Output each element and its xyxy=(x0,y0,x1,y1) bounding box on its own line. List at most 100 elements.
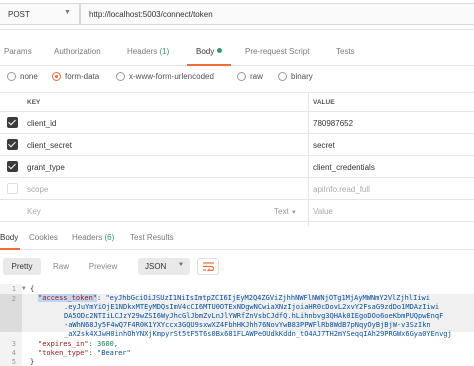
chevron-down-icon: ▼ xyxy=(290,210,297,216)
type-select-label: Text xyxy=(274,207,289,216)
radio-label: binary xyxy=(291,72,313,81)
code-line: { xyxy=(30,285,35,293)
radio-circle xyxy=(278,72,287,81)
radio-circle-selected xyxy=(52,72,61,81)
column-header-value: VALUE xyxy=(313,99,335,106)
tab-tests[interactable]: Tests xyxy=(336,47,355,56)
tab-authorization[interactable]: Authorization xyxy=(54,47,101,56)
tab-headers-count: (1) xyxy=(159,47,170,56)
table-header: KEY VALUE xyxy=(0,92,474,112)
response-tab-headers-count: (6) xyxy=(104,233,115,242)
request-bar: POST ▼ http://localhost:5003/connect/tok… xyxy=(0,0,474,30)
preview-button[interactable]: Preview xyxy=(82,258,124,275)
json-comma: , xyxy=(113,340,119,348)
line-number: 2 xyxy=(0,294,22,332)
key-cell[interactable]: client_id xyxy=(27,119,56,128)
new-value-input[interactable]: Value xyxy=(313,207,333,216)
radio-circle xyxy=(7,72,16,81)
chevron-down-icon: ▼ xyxy=(64,9,71,16)
row-enabled-checkbox[interactable] xyxy=(7,161,18,172)
code-line: "access_token": "eyJhbGciOiJSUzI1NiIsImt… xyxy=(38,294,430,302)
radio-label: form-data xyxy=(65,72,100,81)
column-divider xyxy=(308,92,309,226)
key-cell[interactable]: scope xyxy=(27,185,48,194)
raw-button[interactable]: Raw xyxy=(46,258,76,275)
value-cell[interactable]: 780987652 xyxy=(313,119,353,128)
url-input[interactable]: http://localhost:5003/connect/token xyxy=(80,3,474,25)
json-key-token-type: "token_type" xyxy=(38,349,89,357)
wrap-lines-button[interactable] xyxy=(197,258,219,275)
code-line-wrapped: _aX2sk4XJwH0inhOhYNXjKmpyrSt5tF5T6s0Bx68… xyxy=(64,330,452,338)
json-string: "eyJhbGciOiJSUzI1NiIsImtpZCI6IjEyM2Q4ZGV… xyxy=(105,294,430,302)
tab-headers-label: Headers xyxy=(127,47,158,56)
chevron-down-icon: ▼ xyxy=(178,262,184,268)
tab-body[interactable]: Body xyxy=(196,47,223,56)
response-tab-test-results[interactable]: Test Results xyxy=(130,233,174,242)
radio-raw[interactable]: raw xyxy=(237,72,263,81)
line-number: 5 xyxy=(11,358,16,366)
response-tab-headers-label: Headers xyxy=(72,233,103,242)
json-key-access-token: "access_token" xyxy=(38,294,98,302)
method-label: POST xyxy=(8,10,30,19)
line-number: 3 xyxy=(11,340,16,348)
tab-body-label: Body xyxy=(196,47,215,56)
new-key-input[interactable]: Key xyxy=(27,207,41,216)
table-row: grant_type client_credentials xyxy=(0,156,474,178)
url-text: http://localhost:5003/connect/token xyxy=(89,10,213,19)
type-select[interactable]: Text ▼ xyxy=(274,207,297,216)
tab-headers[interactable]: Headers (1) xyxy=(127,47,169,56)
code-line: } xyxy=(30,358,35,366)
body-indicator-dot xyxy=(217,48,223,53)
json-colon: : xyxy=(88,349,98,357)
code-line-wrapped: -aWhN68Jy5F4wQ7F4R0K1YXYccx3GQU9sxwXZ4Fb… xyxy=(64,321,431,329)
radio-form-data[interactable]: form-data xyxy=(52,72,99,81)
active-response-tab-indicator xyxy=(0,248,20,250)
row-enabled-checkbox[interactable] xyxy=(7,183,18,194)
key-cell[interactable]: client_secret xyxy=(27,141,72,150)
json-key-expires-in: "expires_in" xyxy=(38,340,89,348)
value-cell[interactable]: secret xyxy=(313,141,335,150)
wrap-lines-icon xyxy=(203,262,214,271)
code-line: "expires_in": 3600, xyxy=(38,340,118,348)
fold-arrow-icon[interactable]: ▼ xyxy=(22,285,26,292)
method-select[interactable]: POST ▼ xyxy=(0,3,80,25)
response-tab-headers[interactable]: Headers (6) xyxy=(72,233,114,242)
format-select[interactable]: JSON ▼ xyxy=(138,258,190,275)
tab-params[interactable]: Params xyxy=(4,47,32,56)
json-colon: : xyxy=(88,340,98,348)
code-line-wrapped: DA5ODc2NTIiLCJzY29wZSI6WyJhcGlJbmZvLnJlY… xyxy=(64,312,444,320)
value-cell[interactable]: apiInfo.read_full xyxy=(313,185,370,194)
table-row: scope apiInfo.read_full xyxy=(0,178,474,200)
response-tabs: Body Cookies Headers (6) Test Results xyxy=(0,226,474,250)
new-row: Key Text ▼ Value xyxy=(0,200,474,222)
value-cell[interactable]: client_credentials xyxy=(313,163,375,172)
response-toolbar: Pretty Raw Preview JSON ▼ xyxy=(0,254,474,280)
radio-x-www-form-urlencoded[interactable]: x-www-form-urlencoded xyxy=(116,72,214,81)
request-tabs: Params Authorization Headers (1) Body Pr… xyxy=(0,36,474,66)
code-line-wrapped: .eyJuYmYiOjE1NDkxMTEyMDQsImV4cCI6MTU0OTE… xyxy=(64,303,440,311)
key-cell[interactable]: grant_type xyxy=(27,163,65,172)
line-number: 1 xyxy=(11,285,16,293)
radio-binary[interactable]: binary xyxy=(278,72,313,81)
tab-pre-request-script[interactable]: Pre-request Script xyxy=(245,47,309,56)
radio-label: none xyxy=(20,72,38,81)
radio-label: raw xyxy=(250,72,263,81)
json-number: 3600 xyxy=(97,340,114,348)
code-line: "token_type": "Bearer" xyxy=(38,349,131,357)
response-tab-body[interactable]: Body xyxy=(0,233,18,242)
format-select-label: JSON xyxy=(145,262,167,271)
radio-circle xyxy=(237,72,246,81)
radio-circle xyxy=(116,72,125,81)
line-number: 4 xyxy=(11,349,16,357)
json-string: "Bearer" xyxy=(97,349,131,357)
radio-label: x-www-form-urlencoded xyxy=(129,72,214,81)
pretty-button[interactable]: Pretty xyxy=(3,258,41,275)
body-type-selector: none form-data x-www-form-urlencoded raw… xyxy=(0,66,474,88)
radio-none[interactable]: none xyxy=(7,72,38,81)
response-tab-cookies[interactable]: Cookies xyxy=(29,233,58,242)
response-body-viewer[interactable]: 1 ▼ { 2 "access_token": "eyJhbGciOiJSUzI… xyxy=(0,284,474,366)
row-enabled-checkbox[interactable] xyxy=(7,139,18,150)
row-enabled-checkbox[interactable] xyxy=(7,117,18,128)
column-header-key: KEY xyxy=(27,99,41,106)
table-row: client_id 780987652 xyxy=(0,112,474,134)
